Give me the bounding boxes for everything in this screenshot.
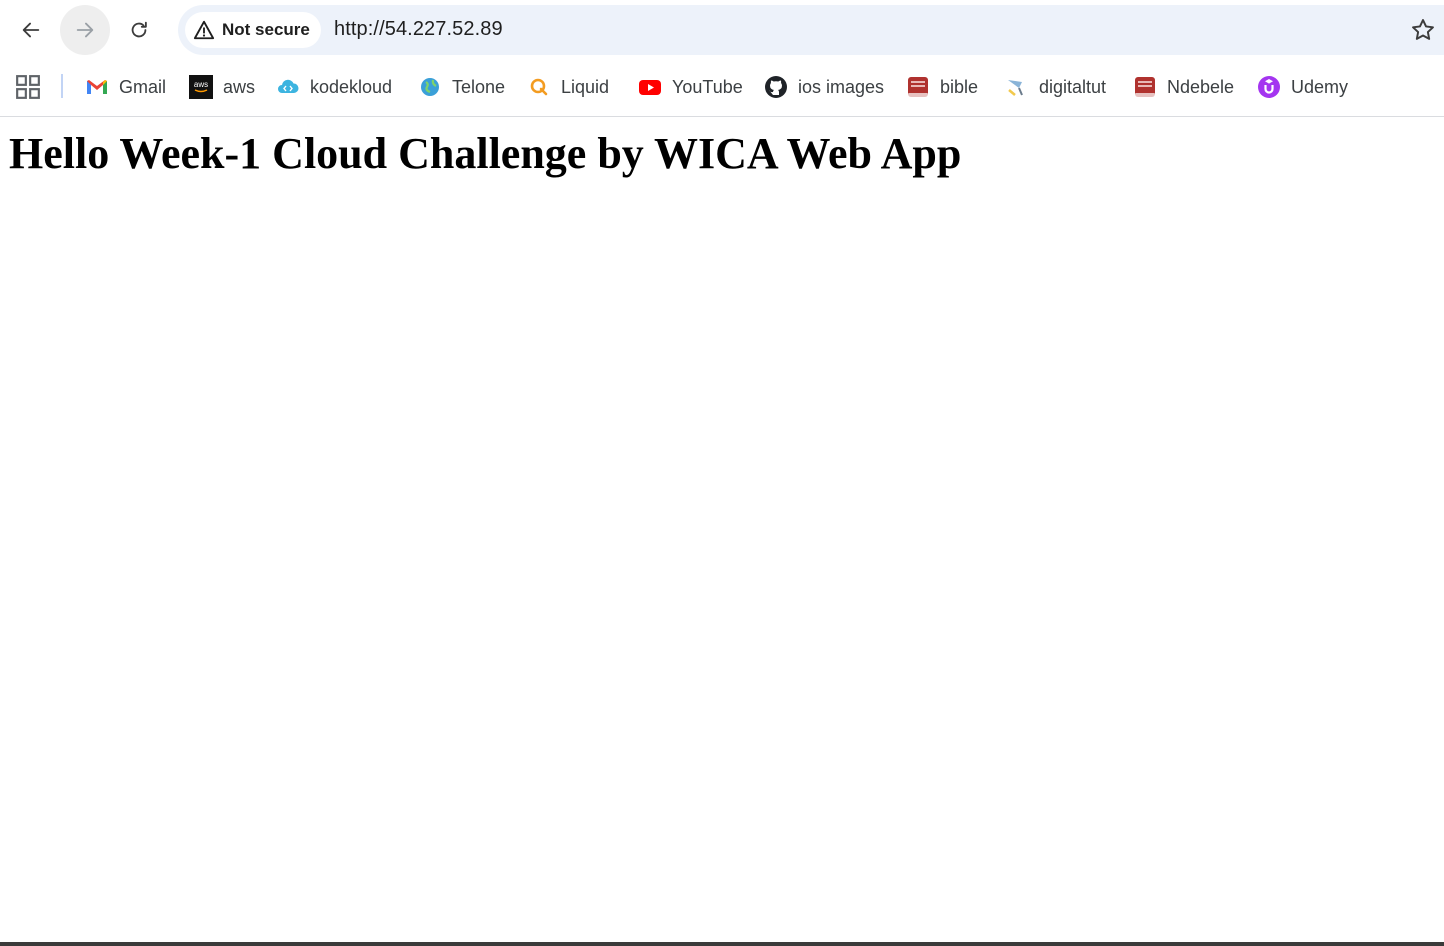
bookmark-label: ios images (798, 76, 885, 97)
kodekloud-icon (276, 75, 300, 99)
bookmark-ios-images[interactable]: ios images (764, 73, 884, 101)
udemy-icon (1257, 75, 1281, 99)
bookmark-kodekloud[interactable]: kodekloud (276, 73, 392, 101)
bookmark-liquid[interactable]: Liquid (527, 73, 609, 101)
arrow-left-icon (22, 22, 40, 38)
page-heading: Hello Week-1 Cloud Challenge by WICA Web… (9, 129, 962, 178)
browser-toolbar: Not secure http://54.227.52.89 (0, 0, 1444, 60)
bookmark-label: Liquid (561, 76, 610, 97)
liquid-icon (527, 75, 551, 99)
page-content: Hello Week-1 Cloud Challenge by WICA Web… (0, 118, 1444, 942)
star-outline-icon[interactable] (1410, 17, 1436, 43)
arrow-right-icon (76, 22, 94, 38)
security-chip[interactable]: Not secure (185, 12, 321, 48)
globe-icon (418, 75, 442, 99)
address-bar[interactable]: Not secure http://54.227.52.89 (178, 5, 1444, 55)
bookmark-label: Gmail (119, 76, 167, 97)
bookmark-label: aws (223, 76, 256, 97)
bookmark-label: Udemy (1291, 76, 1349, 97)
svg-text:aws: aws (194, 80, 208, 89)
apps-grid-icon[interactable] (15, 74, 41, 100)
digitaltut-icon (1005, 75, 1029, 99)
window-bottom-edge (0, 942, 1444, 946)
bible-icon (1133, 75, 1157, 99)
bible-icon (906, 75, 930, 99)
security-label: Not secure (222, 20, 310, 39)
youtube-icon (638, 75, 662, 99)
bookmark-youtube[interactable]: YouTube (638, 73, 743, 101)
bookmark-label: Telone (452, 76, 506, 97)
bookmark-label: YouTube (672, 76, 743, 97)
github-icon (764, 75, 788, 99)
bookmark-label: digitaltut (1039, 76, 1107, 97)
bookmark-label: bible (940, 76, 979, 97)
forward-button[interactable] (60, 5, 110, 55)
bookmark-gmail[interactable]: Gmail (85, 73, 166, 101)
browser-window: Not secure http://54.227.52.89 Gmail aws… (0, 0, 1444, 946)
bookmarks-divider (61, 74, 63, 98)
reload-icon (131, 21, 147, 38)
reload-button[interactable] (114, 5, 164, 55)
aws-icon: aws (189, 75, 213, 99)
bookmark-digitaltut[interactable]: digitaltut (1005, 73, 1106, 101)
gmail-icon (85, 75, 109, 99)
bookmark-telone[interactable]: Telone (418, 73, 505, 101)
bookmark-bible[interactable]: bible (906, 73, 978, 101)
bookmark-udemy[interactable]: Udemy (1257, 73, 1348, 101)
bookmark-label: Ndebele (1167, 76, 1235, 97)
bookmark-ndebele[interactable]: Ndebele (1133, 73, 1234, 101)
bookmarks-bar: Gmail aws aws kodekloud Telone Liquid Yo… (0, 60, 1444, 117)
bookmark-aws[interactable]: aws aws (189, 73, 255, 101)
back-button[interactable] (6, 5, 56, 55)
warning-triangle-icon (193, 20, 215, 40)
bookmark-label: kodekloud (310, 76, 393, 97)
url-text[interactable]: http://54.227.52.89 (334, 18, 503, 41)
